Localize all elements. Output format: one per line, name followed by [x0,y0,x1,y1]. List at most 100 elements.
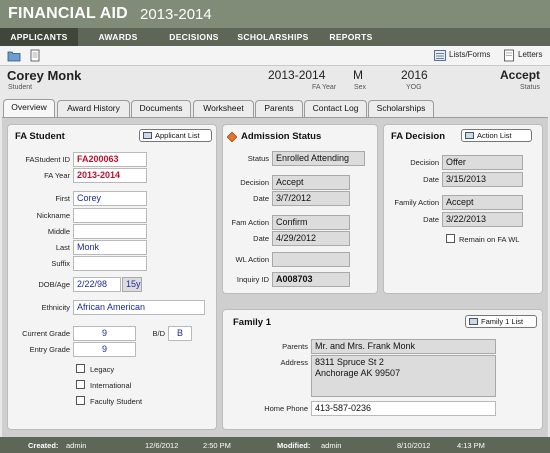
header-sex: M [353,68,363,82]
lists-forms-button[interactable]: Lists/Forms [449,50,490,59]
header-status: Accept [500,68,541,82]
created-date: 12/6/2012 [145,441,179,450]
section-tabs: Overview Award History Documents Workshe… [0,98,550,117]
faculty-student-label: Faculty Student [90,397,143,406]
tab-scholarships[interactable]: Scholarships [368,100,434,117]
family-action-date-label: Date [423,215,439,224]
entry-grade-label: Entry Grade [29,345,70,354]
folder-icon[interactable] [7,49,21,62]
app-year: 2013-2014 [140,6,212,23]
fa-year-label: FA Year [44,171,70,180]
family-action-date-field: 3/22/2013 [442,212,523,227]
faculty-student-checkbox[interactable] [76,396,85,405]
fam-action-date-label: Date [253,234,269,243]
header-yog: 2016 [401,68,428,82]
header-yog-caption: YOG [406,84,422,91]
last-name-field[interactable]: Monk [73,240,147,255]
suffix-field[interactable] [73,256,147,271]
bd-field[interactable]: B [168,326,192,341]
middle-name-label: Middle [47,227,70,236]
overview-content: FA Student Applicant List FAStudent ID F… [2,117,548,437]
modified-label-text: Modified: [277,441,311,450]
action-list-label: Action List [477,131,512,140]
fa-decision-date-label: Date [423,175,439,184]
nav-scholarships[interactable]: SCHOLARSHIPS [230,28,316,46]
app-title: FINANCIAL AID [8,5,128,22]
nickname-label: Nickname [36,211,70,220]
created-label-text: Created: [28,441,59,450]
document-icon[interactable] [28,49,42,62]
fam-action-field: Confirm [272,215,350,230]
tab-worksheet[interactable]: Worksheet [193,100,254,117]
legacy-label: Legacy [90,365,115,374]
fa-student-panel: FA Student Applicant List FAStudent ID F… [7,124,217,430]
current-grade-label: Current Grade [22,329,70,338]
dob-age-label: DOB/Age [38,280,70,289]
entry-grade-field[interactable]: 9 [73,342,136,357]
lists-forms-icon[interactable] [433,49,447,62]
admission-date-label: Date [253,194,269,203]
fam-action-label: Fam Action [231,218,269,227]
list-icon [143,132,152,139]
admission-status-panel: Admission Status Status Enrolled Attendi… [222,124,378,294]
tab-documents[interactable]: Documents [131,100,191,117]
fastudent-id-label: FAStudent ID [25,155,70,164]
last-name-label: Last [55,243,70,252]
admission-status-label: Status [247,154,269,163]
middle-name-field[interactable] [73,224,147,239]
first-name-label: First [55,194,70,203]
student-header: Corey Monk Student 2013-2014 FA Year M S… [0,66,550,96]
wl-action-label: WL Action [235,255,270,264]
letters-icon[interactable] [502,49,516,62]
main-nav: APPLICANTS AWARDS DECISIONS SCHOLARSHIPS… [0,28,550,46]
header-fa-year-caption: FA Year [312,84,337,91]
letters-button[interactable]: Letters [518,50,542,59]
applicant-list-label: Applicant List [155,131,200,140]
tab-award-history[interactable]: Award History [57,100,130,117]
ethnicity-label: Ethnicity [41,303,70,312]
legacy-checkbox[interactable] [76,364,85,373]
tab-overview[interactable]: Overview [3,99,55,117]
bd-label: B/D [152,329,165,338]
admission-decision-field: Accept [272,175,350,190]
international-checkbox[interactable] [76,380,85,389]
nav-applicants[interactable]: APPLICANTS [0,28,78,46]
remain-on-fa-wl-label: Remain on FA WL [459,235,520,244]
address-field: 8311 Spruce St 2 Anchorage AK 99507 [311,355,496,397]
admission-status-field: Enrolled Attending [272,151,365,166]
nav-decisions[interactable]: DECISIONS [158,28,230,46]
fa-decision-panel: FA Decision Action List Decision Offer D… [383,124,543,294]
fa-decision-field: Offer [442,155,523,170]
applicant-list-button[interactable]: Applicant List [139,129,212,142]
student-name-caption: Student [8,84,33,91]
created-label: Created: [28,441,58,450]
inquiry-id-field: A008703 [272,272,350,287]
title-bar: FINANCIAL AID 2013-2014 [0,0,550,28]
nickname-field[interactable] [73,208,147,223]
family-1-list-button[interactable]: Family 1 List [465,315,537,328]
record-footer: Created: admin 12/6/2012 2:50 PM Modifie… [0,437,550,453]
first-name-field[interactable]: Corey [73,191,147,206]
remain-on-fa-wl-checkbox[interactable] [446,234,455,243]
action-list-button[interactable]: Action List [461,129,532,142]
family-1-panel: Family 1 Family 1 List Parents Mr. and M… [222,309,543,430]
created-by: admin [66,441,87,450]
fastudent-id-field[interactable]: FA200063 [73,152,147,167]
tab-contact-log[interactable]: Contact Log [304,100,367,117]
tab-parents[interactable]: Parents [255,100,303,117]
home-phone-field[interactable]: 413-587-0236 [311,401,496,416]
address-label: Address [280,358,308,367]
dob-field[interactable]: 2/22/98 [73,277,121,292]
nav-reports[interactable]: REPORTS [316,28,386,46]
age-field: 15y [122,277,142,292]
parents-label: Parents [282,342,308,351]
suffix-label: Suffix [51,259,70,268]
created-time: 2:50 PM [203,441,231,450]
nav-awards[interactable]: AWARDS [78,28,158,46]
fa-decision-date-field: 3/15/2013 [442,172,523,187]
fa-year-field[interactable]: 2013-2014 [73,168,147,183]
parents-field: Mr. and Mrs. Frank Monk [311,339,496,354]
current-grade-field[interactable]: 9 [73,326,136,341]
ethnicity-field[interactable]: African American [73,300,205,315]
modified-label: Modified: [277,441,310,450]
